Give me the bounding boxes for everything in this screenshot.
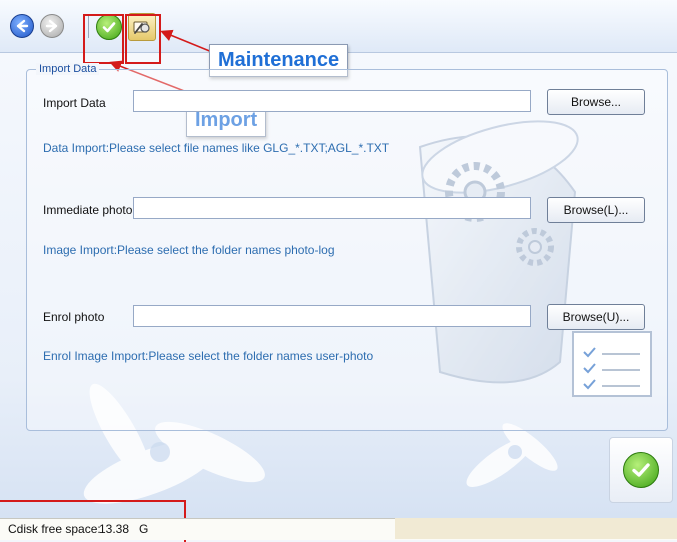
toolbar-separator bbox=[88, 16, 89, 38]
browse-immediate-photo-button[interactable]: Browse(L)... bbox=[547, 197, 645, 223]
back-arrow-icon bbox=[16, 19, 29, 33]
forward-button[interactable] bbox=[40, 14, 64, 38]
import-button[interactable] bbox=[96, 14, 122, 40]
maintenance-button[interactable] bbox=[128, 13, 156, 41]
green-check-icon bbox=[623, 452, 659, 488]
confirm-import-button[interactable] bbox=[609, 437, 673, 503]
immediate-photo-label: Immediate photo bbox=[43, 203, 133, 217]
status-bar-right-pane bbox=[395, 518, 677, 539]
import-data-hint: Data Import:Please select file names lik… bbox=[43, 141, 390, 155]
disk-space-value: 13.38 G bbox=[99, 522, 149, 536]
enrol-photo-path-field[interactable] bbox=[133, 305, 531, 327]
disk-space-label: Cdisk free space: bbox=[8, 522, 101, 536]
enrol-photo-hint: Enrol Image Import:Please select the fol… bbox=[43, 349, 374, 363]
maintenance-tools-icon bbox=[133, 21, 150, 34]
immediate-photo-path-field[interactable] bbox=[133, 197, 531, 219]
import-data-path-field[interactable] bbox=[133, 90, 531, 112]
browse-enrol-photo-button[interactable]: Browse(U)... bbox=[547, 304, 645, 330]
forward-arrow-icon bbox=[45, 19, 58, 33]
immediate-photo-hint: Image Import:Please select the folder na… bbox=[43, 243, 335, 257]
import-data-label: Import Data bbox=[43, 96, 106, 110]
back-button[interactable] bbox=[10, 14, 34, 38]
group-legend: Import Data bbox=[36, 63, 100, 75]
green-check-icon bbox=[102, 22, 116, 33]
enrol-photo-label: Enrol photo bbox=[43, 310, 105, 324]
browse-import-data-button[interactable]: Browse... bbox=[547, 89, 645, 115]
